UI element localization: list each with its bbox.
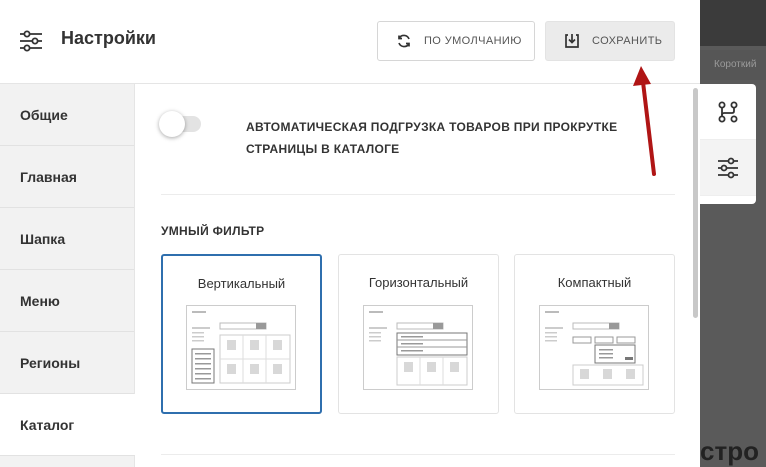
sidebar-item-label: Регионы [20, 354, 81, 371]
smart-filter-title: УМНЫЙ ФИЛЬТР [161, 224, 265, 238]
save-button[interactable]: СОХРАНИТЬ [545, 21, 675, 61]
background-heading: стро [700, 436, 759, 466]
panel-header: Настройки ПО УМОЛЧАНИЮ СОХРАНИТЬ [0, 0, 700, 84]
page-title: Настройки [61, 28, 156, 48]
settings-content: АВТОМАТИЧЕСКАЯ ПОДГРУЗКА ТОВАРОВ ПРИ ПРО… [135, 84, 700, 467]
side-tool-settings[interactable] [700, 140, 756, 196]
settings-sidebar: Общие Главная Шапка Меню Регионы Каталог [0, 84, 135, 467]
sliders-icon [20, 30, 42, 52]
reset-default-label: ПО УМОЛЧАНИЮ [424, 35, 522, 47]
sidebar-item-main[interactable]: Главная [0, 146, 134, 208]
side-tool-branch[interactable] [700, 84, 756, 140]
reset-default-button[interactable]: ПО УМОЛЧАНИЮ [377, 21, 535, 61]
filter-option-label: Горизонтальный [368, 275, 469, 290]
sliders-icon [718, 157, 738, 178]
divider [161, 454, 675, 455]
compact-layout-preview [539, 305, 649, 390]
sidebar-item-menu[interactable]: Меню [0, 270, 134, 332]
autoload-toggle[interactable] [159, 111, 201, 137]
annotation-arrow-icon [633, 66, 656, 176]
save-label: СОХРАНИТЬ [592, 35, 663, 47]
download-icon [565, 34, 579, 48]
sidebar-item-label: Каталог [20, 416, 75, 433]
sidebar-item-label: Шапка [20, 230, 66, 247]
sidebar-item-general[interactable]: Общие [0, 84, 134, 146]
scrollbar[interactable] [693, 88, 698, 318]
sidebar-item-label: Главная [20, 168, 77, 185]
side-toolbar [700, 84, 756, 204]
divider [161, 194, 675, 195]
filter-option-compact[interactable]: Компактный [514, 254, 675, 414]
filter-option-vertical[interactable]: Вертикальный [161, 254, 322, 414]
filter-option-label: Компактный [557, 275, 632, 290]
smart-filter-options: Вертикальный Горизонтальный Компактный [161, 254, 675, 414]
horizontal-layout-preview [363, 305, 473, 390]
filter-option-label: Вертикальный [197, 276, 286, 291]
sidebar-item-label: Общие [20, 106, 68, 123]
sidebar-item-regions[interactable]: Регионы [0, 332, 134, 394]
vertical-layout-preview [186, 305, 296, 390]
background-search: Короткий [700, 50, 766, 80]
sidebar-item-label: Меню [20, 292, 60, 309]
background-topbar [700, 0, 766, 46]
sidebar-item-header[interactable]: Шапка [0, 208, 134, 270]
branch-icon [718, 101, 738, 122]
sidebar-item-catalog[interactable]: Каталог [0, 394, 135, 456]
autoload-label: АВТОМАТИЧЕСКАЯ ПОДГРУЗКА ТОВАРОВ ПРИ ПРО… [246, 120, 618, 156]
background-page: Короткий стро [700, 0, 766, 467]
toggle-knob [159, 111, 185, 137]
refresh-icon [398, 34, 410, 48]
filter-option-horizontal[interactable]: Горизонтальный [338, 254, 499, 414]
settings-panel: Настройки ПО УМОЛЧАНИЮ СОХРАНИТЬ Общие Г… [0, 0, 700, 467]
